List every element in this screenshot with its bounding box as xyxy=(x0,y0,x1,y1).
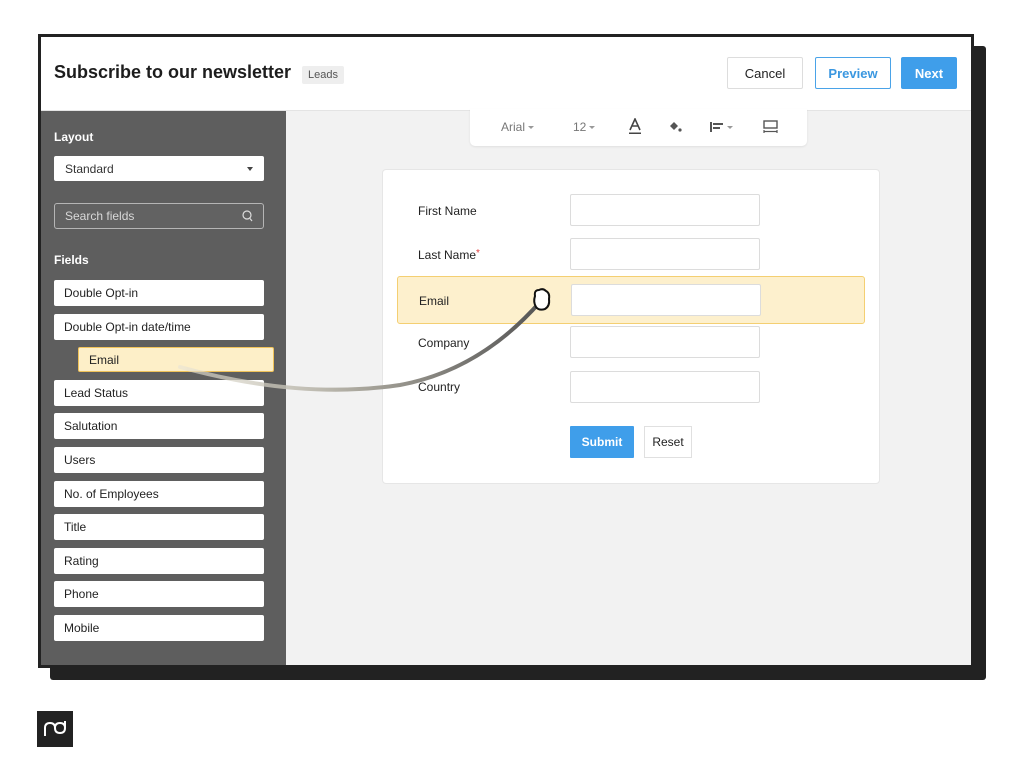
form-row-email-drop-target: Email xyxy=(397,276,865,324)
text-color-icon xyxy=(629,118,641,134)
pipedrive-logo xyxy=(37,711,73,747)
next-button[interactable]: Next xyxy=(901,57,957,89)
format-toolbar: Arial 12 xyxy=(470,109,807,146)
layout-select[interactable]: Standard xyxy=(54,156,264,181)
form-label-last-name: Last Name* xyxy=(418,248,480,262)
fill-color-button[interactable] xyxy=(668,121,682,133)
field-item-rating[interactable]: Rating xyxy=(54,547,264,574)
layout-heading: Layout xyxy=(54,130,94,144)
chevron-down-icon xyxy=(247,166,253,171)
field-item-mobile[interactable]: Mobile xyxy=(54,614,264,641)
required-marker: * xyxy=(476,248,480,259)
field-item-email-dragging[interactable]: Email xyxy=(78,347,274,373)
search-icon xyxy=(242,210,253,222)
preview-button[interactable]: Preview xyxy=(815,57,891,89)
field-item-phone[interactable]: Phone xyxy=(54,581,264,608)
form-label-first-name: First Name xyxy=(418,204,477,218)
fields-heading: Fields xyxy=(54,253,89,267)
field-item-lead-status[interactable]: Lead Status xyxy=(54,379,264,406)
form-row-last-name: Last Name* xyxy=(383,234,879,278)
form-canvas: Arial 12 First Name Last Name* Email Com… xyxy=(286,109,971,665)
form-editor-window: Subscribe to our newsletter Leads Cancel… xyxy=(38,34,974,668)
layout-width-button[interactable] xyxy=(763,120,778,134)
first-name-input[interactable] xyxy=(570,194,760,226)
chevron-down-icon xyxy=(528,125,535,129)
cancel-button[interactable]: Cancel xyxy=(727,57,803,89)
pipedrive-logo-icon xyxy=(44,721,66,736)
chevron-down-icon xyxy=(727,125,733,129)
chevron-down-icon xyxy=(589,125,596,129)
font-family-dropdown[interactable]: Arial xyxy=(501,120,535,134)
field-item-title[interactable]: Title xyxy=(54,514,264,541)
form-row-company: Company xyxy=(383,322,879,366)
field-item-double-opt-in-datetime[interactable]: Double Opt-in date/time xyxy=(54,313,264,340)
align-icon xyxy=(710,122,723,132)
entity-tag: Leads xyxy=(302,66,344,84)
reset-button[interactable]: Reset xyxy=(644,426,692,458)
form-label-country: Country xyxy=(418,380,461,394)
submit-button[interactable]: Submit xyxy=(570,426,634,458)
field-item-users[interactable]: Users xyxy=(54,446,264,473)
field-item-double-opt-in[interactable]: Double Opt-in xyxy=(54,280,264,306)
last-name-input[interactable] xyxy=(570,238,760,270)
form-label-email: Email xyxy=(419,294,450,308)
fill-color-icon xyxy=(670,122,682,132)
page-title: Subscribe to our newsletter xyxy=(54,62,292,82)
form-preview-card: First Name Last Name* Email Company Coun… xyxy=(382,169,880,484)
search-input[interactable] xyxy=(65,209,225,223)
form-row-first-name: First Name xyxy=(383,190,879,234)
field-item-salutation[interactable]: Salutation xyxy=(54,413,264,440)
company-input[interactable] xyxy=(570,326,760,358)
sidebar: Layout Standard Fields Double Opt-in Dou… xyxy=(41,111,286,665)
search-fields[interactable] xyxy=(54,203,264,229)
country-input[interactable] xyxy=(570,371,760,403)
text-color-button[interactable] xyxy=(628,118,642,135)
header: Subscribe to our newsletter Leads Cancel… xyxy=(41,37,971,111)
layout-icon xyxy=(763,120,778,133)
font-size-dropdown[interactable]: 12 xyxy=(573,120,596,134)
align-dropdown[interactable] xyxy=(710,122,733,132)
form-row-country: Country xyxy=(383,366,879,410)
field-item-no-of-employees[interactable]: No. of Employees xyxy=(54,480,264,507)
email-input[interactable] xyxy=(571,284,761,316)
field-list: Double Opt-in Double Opt-in date/time Em… xyxy=(54,280,274,649)
layout-select-value: Standard xyxy=(65,161,114,176)
form-label-company: Company xyxy=(418,336,470,350)
